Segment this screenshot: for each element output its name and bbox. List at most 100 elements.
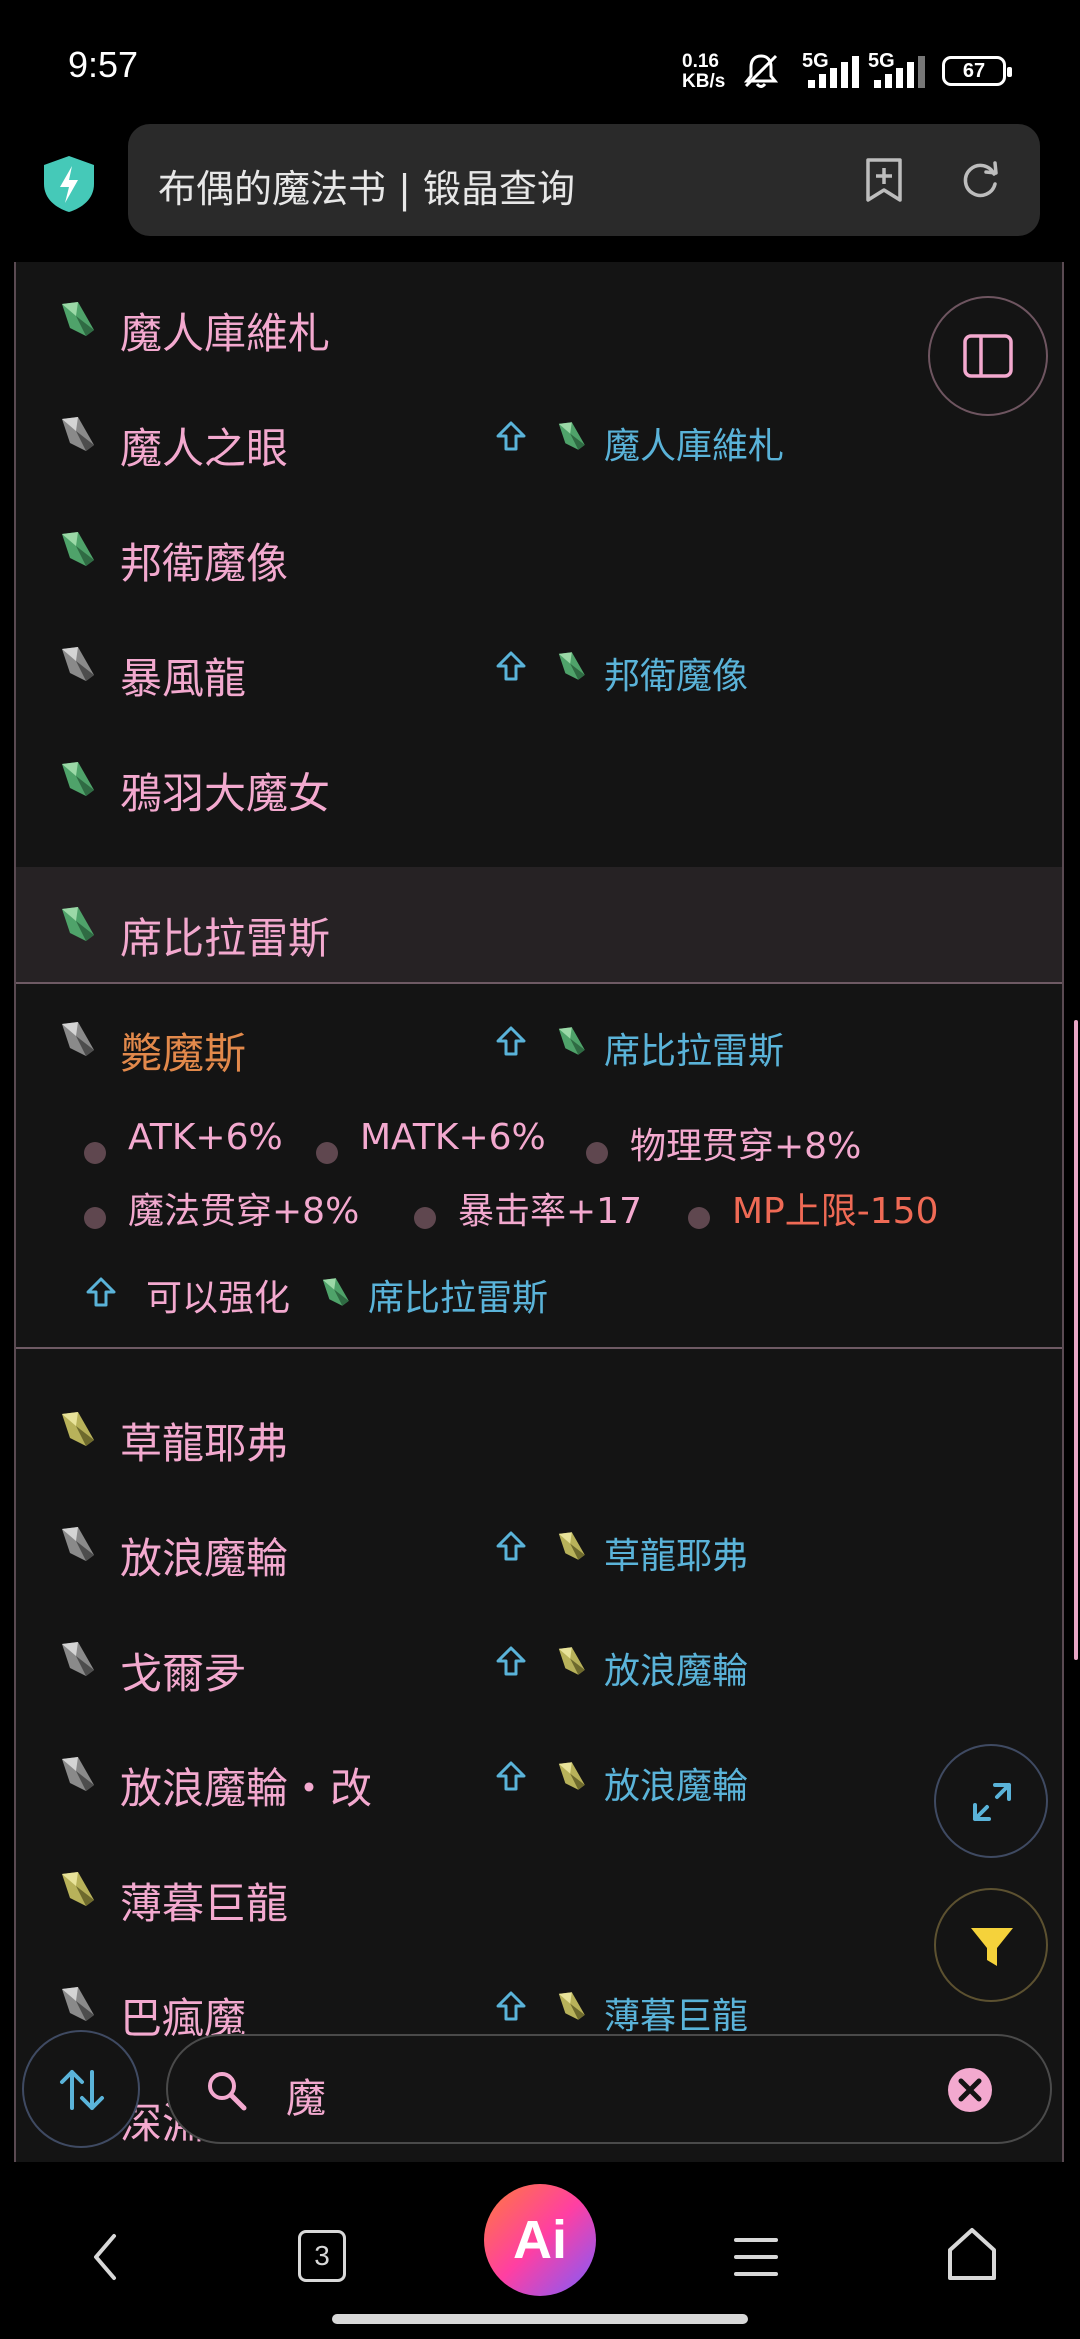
green-crystal-icon	[56, 758, 98, 800]
list-item-highlighted[interactable]: 席比拉雷斯	[16, 867, 1062, 984]
item-name: 斃魔斯	[120, 1029, 247, 1078]
stat-magic-pierce: 魔法贯穿+8%	[128, 1191, 360, 1232]
battery-icon: 67	[942, 56, 1012, 86]
upgrade-from-link[interactable]: 薄暮巨龍	[604, 1987, 748, 2039]
signal-bars-1-icon	[808, 54, 868, 88]
upgrade-from-link[interactable]: 魔人庫維札	[604, 417, 784, 469]
stat-bullet	[84, 1142, 106, 1164]
sidebar-toggle-button[interactable]	[928, 296, 1048, 416]
stat-phys-pierce: 物理贯穿+8%	[630, 1126, 862, 1167]
item-name: 放浪魔輪・改	[120, 1764, 373, 1813]
list-item[interactable]: 草龍耶弗	[16, 1372, 1062, 1487]
item-name: 魔人庫維札	[120, 309, 331, 358]
stat-bullet	[414, 1207, 436, 1229]
item-name: 放浪魔輪	[120, 1534, 289, 1583]
gray-crystal-icon	[56, 413, 98, 455]
list-item[interactable]: 魔人之眼 魔人庫維札	[16, 377, 1062, 492]
search-input[interactable]: 魔	[286, 2066, 326, 2124]
scrollbar[interactable]	[1074, 1020, 1078, 1660]
upgrade-arrow-icon	[494, 419, 528, 453]
yellow-crystal-icon	[56, 1408, 98, 1450]
network-speed-value: 0.16	[682, 51, 719, 72]
item-name: 草龍耶弗	[120, 1419, 289, 1468]
clear-search-icon[interactable]	[946, 2066, 994, 2114]
green-crystal-icon	[554, 649, 588, 683]
stat-crit-rate: 暴击率+17	[458, 1191, 642, 1232]
list-item[interactable]: 薄暮巨龍	[16, 1832, 1062, 1947]
mute-icon	[743, 54, 779, 88]
search-icon	[208, 2072, 247, 2111]
list-item[interactable]: 放浪魔輪 草龍耶弗	[16, 1487, 1062, 1602]
upgrade-arrow-icon	[494, 1529, 528, 1563]
menu-icon[interactable]	[732, 2232, 780, 2282]
sidebar-icon	[963, 334, 1013, 378]
upgrade-arrow-icon	[84, 1275, 118, 1309]
item-name: 薄暮巨龍	[120, 1879, 289, 1928]
home-icon[interactable]	[944, 2226, 1000, 2284]
ai-button[interactable]: Ai	[484, 2184, 596, 2296]
upgrade-arrow-icon	[494, 1989, 528, 2023]
back-icon[interactable]	[84, 2230, 128, 2284]
item-name: 席比拉雷斯	[120, 914, 331, 963]
ai-label: Ai	[513, 2210, 567, 2270]
upgrade-from-link[interactable]: 草龍耶弗	[604, 1527, 748, 1579]
upgrade-from-link[interactable]: 邦衛魔像	[604, 647, 748, 699]
yellow-crystal-icon	[56, 1868, 98, 1910]
network-speed-unit: KB/s	[682, 71, 726, 92]
upgrade-from-link[interactable]: 放浪魔輪	[604, 1757, 748, 1809]
list-item-expanded[interactable]: 斃魔斯 席比拉雷斯	[16, 982, 1062, 1097]
add-bookmark-icon[interactable]	[858, 154, 910, 206]
crystal-list: 魔人庫維札 魔人之眼 魔人庫維札 邦衛魔像 暴風龍 邦衛魔像 鴉羽大魔女 席比拉…	[14, 262, 1064, 2162]
stat-bullet	[84, 1207, 106, 1229]
stat-atk: ATK+6%	[128, 1117, 283, 1158]
item-name: 邦衛魔像	[120, 539, 289, 588]
list-item[interactable]: 鴉羽大魔女	[16, 722, 1062, 837]
gray-crystal-icon	[56, 1018, 98, 1060]
stat-mp-max: MP上限-150	[732, 1191, 939, 1232]
list-item[interactable]: 戈爾夛 放浪魔輪	[16, 1602, 1062, 1717]
signal-bars-2-icon	[874, 54, 934, 88]
green-crystal-icon	[554, 1024, 588, 1058]
gray-crystal-icon	[56, 1638, 98, 1680]
browser-toolbar: 布偶的魔法书 | 锻晶查询	[0, 120, 1080, 262]
green-crystal-icon	[56, 903, 98, 945]
item-detail-panel: ATK+6% MATK+6% 物理贯穿+8% 魔法贯穿+8% 暴击率+17 MP…	[16, 1097, 1062, 1349]
list-item[interactable]: 邦衛魔像	[16, 492, 1062, 607]
item-name: 鴉羽大魔女	[120, 769, 331, 818]
gray-crystal-icon	[56, 1983, 98, 2025]
yellow-crystal-icon	[554, 1759, 588, 1793]
search-bar[interactable]: 魔	[166, 2034, 1052, 2144]
filter-button[interactable]	[934, 1888, 1048, 2002]
network-speed: 0.16 KB/s	[682, 52, 725, 92]
address-bar[interactable]: 布偶的魔法书 | 锻晶查询	[128, 124, 1040, 236]
shield-icon[interactable]	[42, 154, 96, 214]
yellow-crystal-icon	[554, 1644, 588, 1678]
green-crystal-icon	[318, 1275, 352, 1309]
page-title: 布偶的魔法书 | 锻晶查询	[158, 167, 575, 211]
green-crystal-icon	[554, 419, 588, 453]
gray-crystal-icon	[56, 1523, 98, 1565]
gesture-bar[interactable]	[332, 2314, 748, 2324]
tabs-button[interactable]: 3	[298, 2230, 346, 2282]
stat-bullet	[316, 1142, 338, 1164]
enhance-target-link[interactable]: 席比拉雷斯	[368, 1269, 548, 1321]
list-item[interactable]: 放浪魔輪・改 放浪魔輪	[16, 1717, 1062, 1832]
stat-bullet	[688, 1207, 710, 1229]
upgrade-arrow-icon	[494, 649, 528, 683]
item-name: 魔人之眼	[120, 424, 289, 473]
gray-crystal-icon	[56, 643, 98, 685]
upgrade-from-link[interactable]: 席比拉雷斯	[604, 1022, 784, 1074]
sort-button[interactable]	[22, 2030, 140, 2148]
upgrade-arrow-icon	[494, 1644, 528, 1678]
yellow-crystal-icon	[554, 1989, 588, 2023]
list-item[interactable]: 魔人庫維札	[16, 262, 1062, 377]
upgrade-arrow-icon	[494, 1759, 528, 1793]
refresh-icon[interactable]	[954, 154, 1006, 206]
upgrade-from-link[interactable]: 放浪魔輪	[604, 1642, 748, 1694]
list-item[interactable]: 暴風龍 邦衛魔像	[16, 607, 1062, 722]
item-name: 暴風龍	[120, 654, 247, 703]
tab-count: 3	[314, 2240, 330, 2271]
expand-button[interactable]	[934, 1744, 1048, 1858]
status-bar: 9:57 0.16 KB/s 5G 5G 67	[0, 0, 1080, 120]
gray-crystal-icon	[56, 1753, 98, 1795]
